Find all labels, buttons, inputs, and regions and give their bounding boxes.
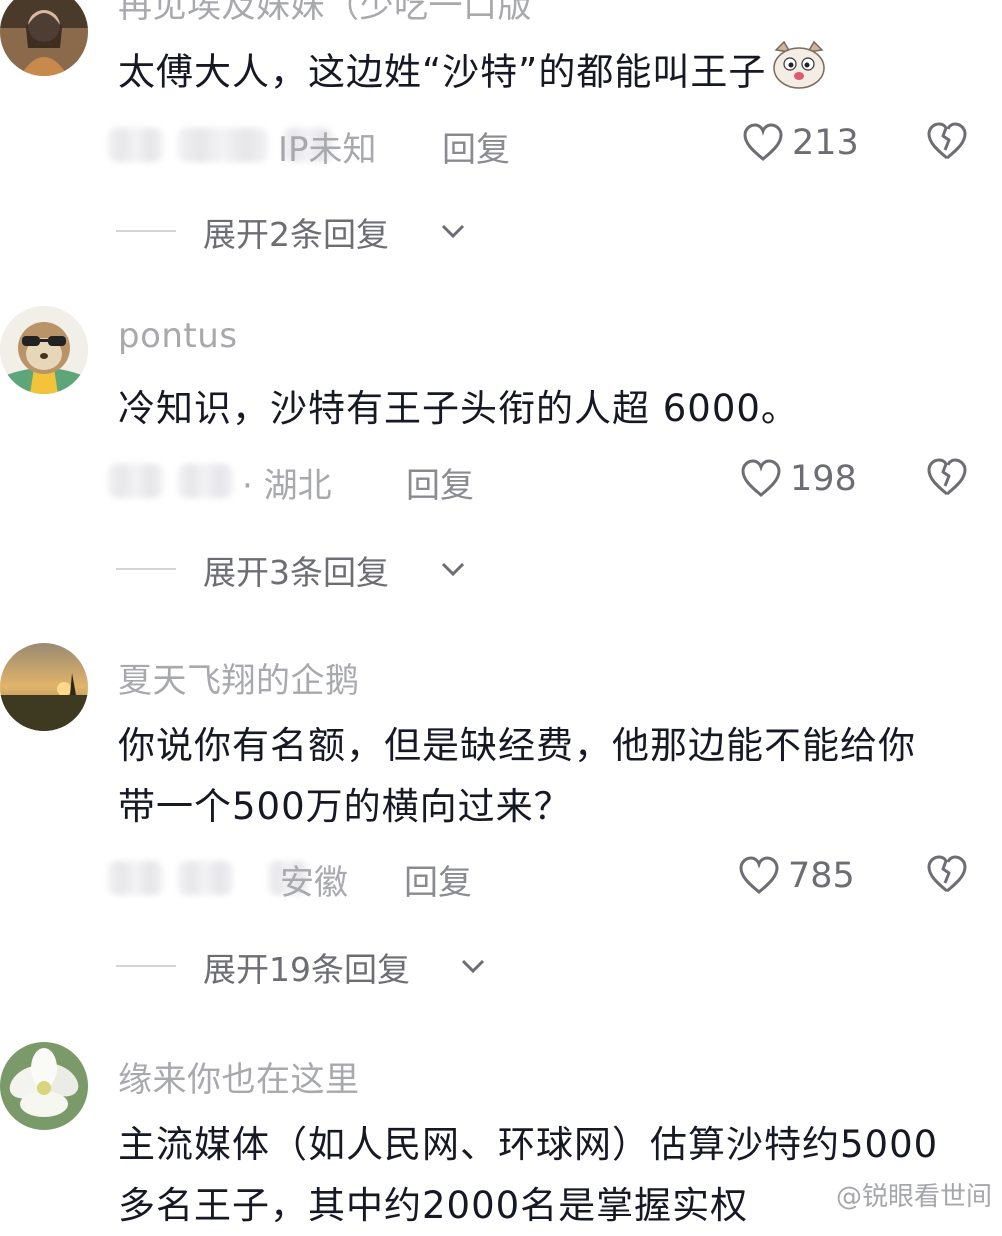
chevron-down-icon <box>441 224 465 239</box>
chevron-down-icon <box>441 562 465 577</box>
blurred-date <box>178 128 268 162</box>
like-button[interactable]: 198 <box>740 456 857 502</box>
watermark: @锐眼看世间 <box>835 1182 992 1212</box>
divider-line <box>116 230 176 232</box>
avatar[interactable] <box>0 0 88 76</box>
username[interactable]: 再见埃及妹妹（少吃一口版 <box>118 0 532 27</box>
blurred-date <box>108 464 163 498</box>
comment-text: 你说你有名额，但是缺经费，他那边能不能给你带一个500万的横向过来？ <box>118 724 916 828</box>
expand-replies-label: 展开3条回复 <box>203 553 389 592</box>
like-button[interactable]: 785 <box>738 853 855 899</box>
dislike-icon[interactable] <box>926 122 968 162</box>
username[interactable]: pontus <box>118 316 238 356</box>
chevron-down-icon <box>461 959 485 974</box>
comment-text-content: 太傅大人，这边姓“沙特”的都能叫王子 <box>118 50 767 94</box>
expand-replies-label: 展开2条回复 <box>203 215 389 254</box>
reply-button[interactable]: 回复 <box>406 458 474 507</box>
like-button[interactable]: 213 <box>742 120 859 166</box>
like-count: 785 <box>788 856 855 896</box>
comment-meta: 安徽 回复 785 <box>108 851 968 904</box>
comment-text: 太傅大人，这边姓“沙特”的都能叫王子 <box>118 40 962 108</box>
location-label: IP未知 <box>278 130 377 170</box>
avatar[interactable] <box>0 643 88 731</box>
location-label: 安徽 <box>280 863 348 903</box>
blurred-date <box>108 861 163 895</box>
blurred-date <box>178 861 233 895</box>
avatar[interactable] <box>0 1042 88 1130</box>
dislike-icon[interactable] <box>926 855 968 895</box>
reply-button[interactable]: 回复 <box>404 855 472 904</box>
comment-meta: · 湖北 回复 198 <box>108 454 968 507</box>
username[interactable]: 缘来你也在这里 <box>118 1052 360 1101</box>
expand-replies[interactable]: 展开3条回复 <box>116 546 518 592</box>
divider-line <box>116 568 176 570</box>
heart-icon <box>743 123 783 161</box>
cat-emoji-icon <box>770 40 828 108</box>
dislike-icon[interactable] <box>926 458 968 498</box>
reply-button[interactable]: 回复 <box>442 122 510 171</box>
comment-text: 主流媒体（如人民网、环球网）估算沙特约5000多名王子，其中约2000名是掌握实… <box>118 1123 939 1227</box>
expand-replies[interactable]: 展开19条回复 <box>116 943 538 989</box>
comment-text: 冷知识，沙特有王子头衔的人超 6000。 <box>118 387 799 430</box>
like-count: 198 <box>790 459 857 499</box>
blurred-date <box>178 464 233 498</box>
comment-meta: IP未知 回复 213 <box>108 118 968 171</box>
expand-replies[interactable]: 展开2条回复 <box>116 208 518 254</box>
like-count: 213 <box>792 123 859 163</box>
avatar[interactable] <box>0 306 88 394</box>
divider-line <box>116 965 176 967</box>
heart-icon <box>739 856 779 894</box>
blurred-date <box>108 128 163 162</box>
expand-replies-label: 展开19条回复 <box>203 950 410 989</box>
username[interactable]: 夏天飞翔的企鹅 <box>118 653 360 702</box>
heart-icon <box>741 459 781 497</box>
location-label: · 湖北 <box>242 466 332 506</box>
